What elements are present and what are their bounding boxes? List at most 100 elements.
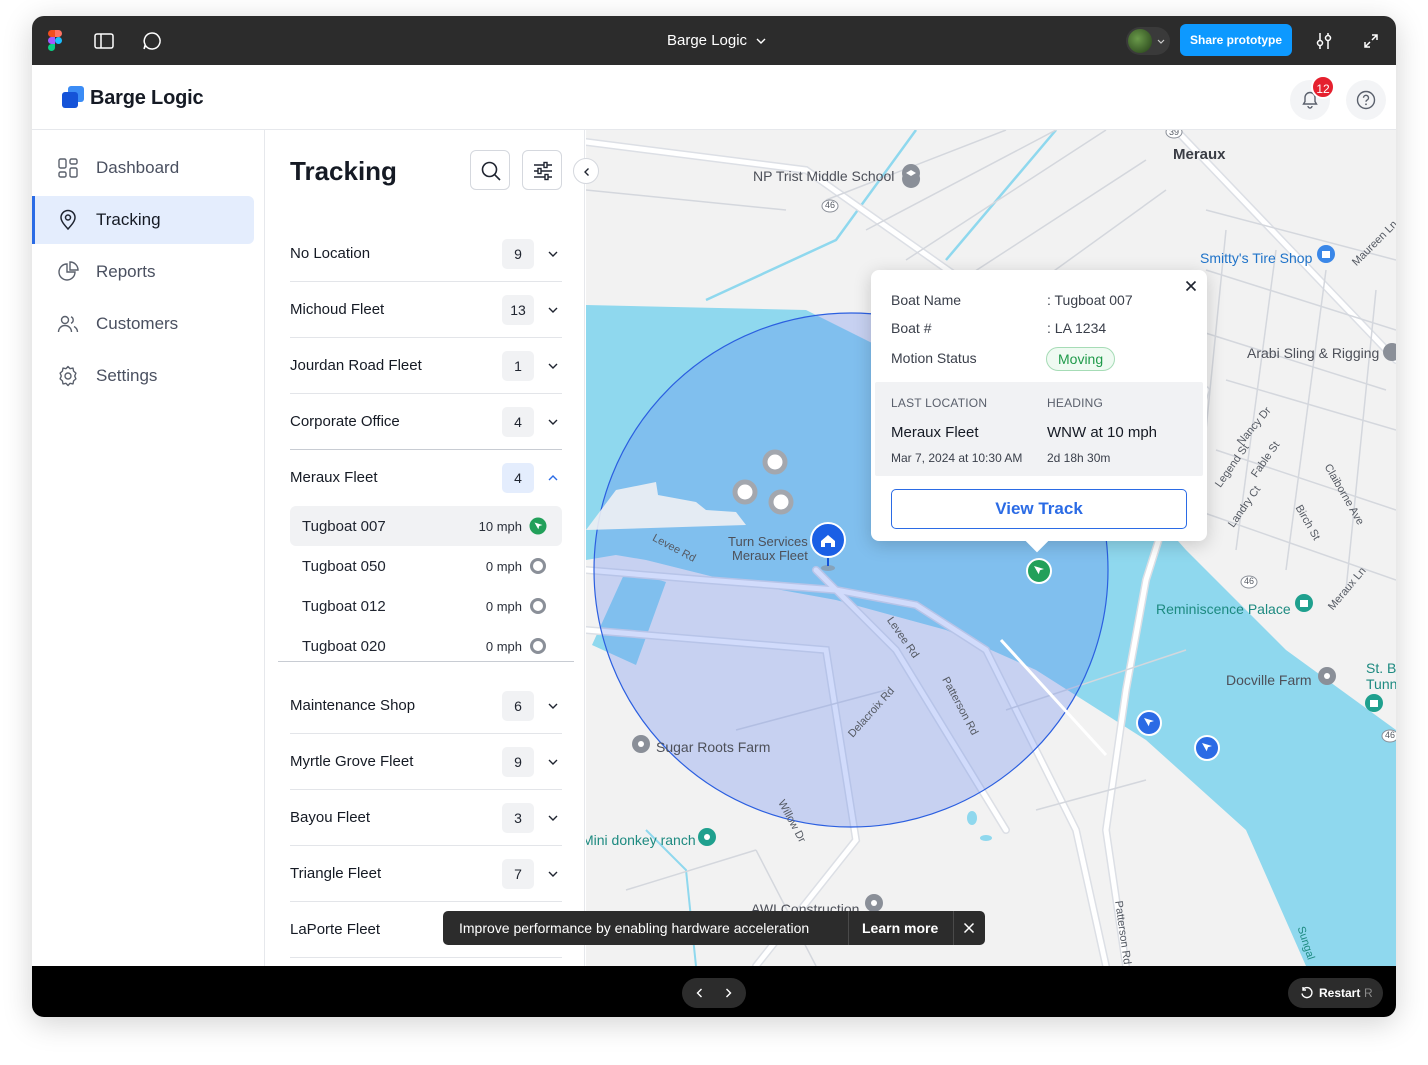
fleet-group-label: Maintenance Shop [290, 697, 416, 714]
user-avatar[interactable] [1126, 27, 1170, 55]
map-label: Reminiscence Palace [1156, 601, 1291, 617]
chevron-down-icon [1157, 39, 1165, 44]
fleet-group-label: LaPorte Fleet [290, 921, 381, 938]
chevron-down-icon[interactable] [754, 34, 768, 48]
last-location-time: Mar 7, 2024 at 10:30 AM [891, 451, 1023, 465]
boat-name: Tugboat 012 [302, 598, 386, 615]
sidebar-toggle-icon[interactable] [93, 30, 115, 52]
map-label: Turn Services [728, 534, 808, 549]
moving-boat-marker[interactable] [1026, 558, 1052, 584]
attraction-poi-icon[interactable] [1365, 694, 1383, 712]
avatar-image [1128, 29, 1152, 53]
search-icon [481, 161, 501, 181]
shop-poi-icon[interactable] [1317, 245, 1335, 263]
fleet-group-myrtle-grove[interactable]: Myrtle Grove Fleet 9 [290, 734, 562, 790]
notification-badge: 12 [1311, 75, 1335, 99]
prototype-footer: Restart R [32, 966, 1396, 1017]
close-icon[interactable] [1185, 280, 1197, 292]
map-view[interactable]: Meraux NP Trist Middle School Smitty's T… [586, 130, 1396, 966]
chevron-left-icon[interactable] [694, 987, 706, 999]
fleet-group-label: Jourdan Road Fleet [290, 357, 422, 374]
stopped-boat-marker[interactable] [732, 479, 758, 505]
divider [278, 661, 574, 662]
prototype-window: Barge Logic Share prototype Barge Logic [32, 16, 1396, 1017]
boat-speed: 10 mph [478, 519, 522, 534]
collapse-panel-button[interactable] [573, 158, 599, 184]
camera-poi-icon[interactable] [698, 828, 716, 846]
sidebar-item-reports[interactable]: Reports [32, 248, 254, 296]
hardware-acceleration-toast: Improve performance by enabling hardware… [443, 911, 985, 945]
figma-logo-icon[interactable] [48, 30, 62, 51]
search-button[interactable] [470, 150, 510, 190]
barge-logic-logo-icon [62, 86, 84, 108]
stopped-boat-marker[interactable] [762, 449, 788, 475]
boat-speed: 0 mph [485, 599, 522, 614]
chevron-down-icon [548, 307, 558, 313]
restart-button[interactable]: Restart R [1288, 978, 1383, 1008]
filter-button[interactable] [522, 150, 562, 190]
moving-boat-marker[interactable] [1194, 735, 1220, 761]
highway-number: 46 [1244, 576, 1255, 586]
sidebar-item-label: Dashboard [96, 158, 180, 177]
school-poi-icon[interactable] [902, 164, 921, 188]
fleet-group-triangle[interactable]: Triangle Fleet 7 [290, 846, 562, 902]
fleet-group-count: 1 [502, 351, 534, 381]
boat-name: Tugboat 007 [302, 518, 386, 535]
share-prototype-button[interactable]: Share prototype [1180, 24, 1292, 56]
fleet-group-count: 7 [502, 859, 534, 889]
stopped-status-icon [530, 638, 546, 654]
construction-poi-icon[interactable] [865, 894, 883, 912]
expand-icon[interactable] [1361, 31, 1381, 51]
divider [848, 911, 849, 945]
map-label: NP Trist Middle School [753, 168, 895, 184]
sidebar-item-settings[interactable]: Settings [32, 352, 254, 400]
sidebar-item-dashboard[interactable]: Dashboard [32, 144, 254, 192]
fleet-group-jourdan-road[interactable]: Jourdan Road Fleet 1 [290, 338, 562, 394]
help-button[interactable] [1346, 80, 1386, 120]
fleet-group-meraux[interactable]: Meraux Fleet 4 [290, 449, 562, 505]
motion-status-label: Motion Status [891, 350, 977, 366]
figma-toolbar: Barge Logic Share prototype [32, 16, 1396, 65]
boat-speed: 0 mph [485, 559, 522, 574]
boat-row-tugboat-012[interactable]: Tugboat 012 0 mph [290, 586, 562, 626]
chevron-down-icon [548, 759, 558, 765]
sidebar-item-tracking[interactable]: Tracking [32, 196, 254, 244]
boat-row-tugboat-007[interactable]: Tugboat 007 10 mph [290, 506, 562, 546]
view-track-button[interactable]: View Track [891, 489, 1187, 529]
fleet-group-michoud[interactable]: Michoud Fleet 13 [290, 282, 562, 338]
close-icon[interactable] [963, 922, 975, 934]
comment-icon[interactable] [141, 30, 163, 52]
fleet-group-corporate-office[interactable]: Corporate Office 4 [290, 394, 562, 450]
fleet-group-bayou[interactable]: Bayou Fleet 3 [290, 790, 562, 846]
boat-row-tugboat-050[interactable]: Tugboat 050 0 mph [290, 546, 562, 586]
chevron-right-icon[interactable] [722, 987, 734, 999]
chevron-down-icon [548, 703, 558, 709]
fleet-group-no-location[interactable]: No Location 9 [290, 226, 562, 282]
boat-row-tugboat-020[interactable]: Tugboat 020 0 mph [290, 626, 562, 666]
chevron-down-icon [548, 815, 558, 821]
moving-boat-marker[interactable] [1136, 710, 1162, 736]
moving-status-icon [529, 517, 547, 535]
sidebar-item-customers[interactable]: Customers [32, 300, 254, 348]
highway-number: 46 [825, 200, 836, 210]
fleet-group-count: 9 [502, 747, 534, 777]
map-label: Meraux Fleet [732, 548, 808, 563]
settings-sliders-icon[interactable] [1313, 30, 1335, 52]
farm-poi-icon[interactable] [1318, 667, 1336, 685]
file-title[interactable]: Barge Logic [667, 32, 747, 49]
landmark-poi-icon[interactable] [1295, 594, 1313, 612]
farm-poi-icon[interactable] [632, 735, 650, 753]
learn-more-link[interactable]: Learn more [862, 920, 938, 936]
boat-number-label: Boat # [891, 320, 932, 336]
stopped-boat-marker[interactable] [768, 489, 794, 515]
location-pin-icon [60, 209, 76, 231]
status-badge: Moving [1046, 347, 1116, 371]
chevron-down-icon [548, 419, 558, 425]
fleet-group-label: Meraux Fleet [290, 469, 378, 486]
map-label: Mini donkey ranch [586, 832, 696, 848]
map-label: St. B [1366, 660, 1396, 676]
fleet-group-label: No Location [290, 245, 371, 262]
fleet-group-label: Corporate Office [290, 413, 400, 430]
pie-chart-icon [58, 261, 79, 281]
fleet-group-maintenance-shop[interactable]: Maintenance Shop 6 [290, 678, 562, 734]
